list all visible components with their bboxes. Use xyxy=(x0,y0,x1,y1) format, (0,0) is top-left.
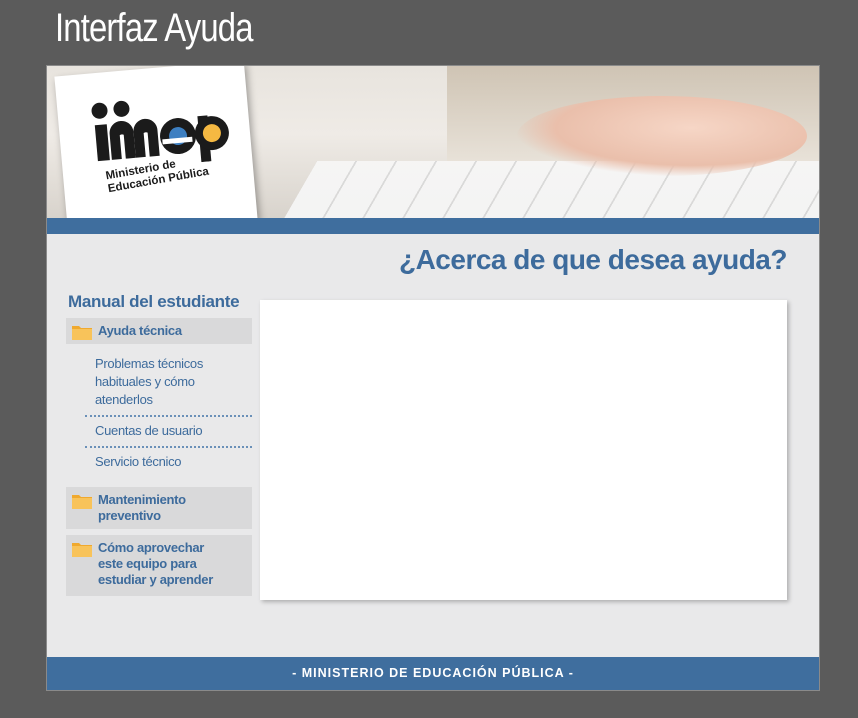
category-ayuda-tecnica[interactable]: Ayuda técnica xyxy=(66,318,252,344)
header-banner: Ministerio de Educación Pública xyxy=(47,66,819,218)
sub-item-cuentas[interactable]: Cuentas de usuario xyxy=(85,415,252,446)
folder-icon xyxy=(72,495,92,509)
category-como-aprovechar[interactable]: Cómo aprovechar este equipo para estudia… xyxy=(66,535,252,596)
subcategory-list: Problemas técnicos habituales y cómo ate… xyxy=(85,350,252,477)
folder-icon xyxy=(72,543,92,557)
mep-logo: Ministerio de Educación Pública xyxy=(54,66,258,218)
page-title: Interfaz Ayuda xyxy=(55,6,253,50)
sub-item-problemas[interactable]: Problemas técnicos habituales y cómo ate… xyxy=(85,350,252,415)
category-mantenimiento[interactable]: Mantenimiento preventivo xyxy=(66,487,252,529)
mep-logo-icon xyxy=(91,100,229,163)
help-question-heading: ¿Acerca de que desea ayuda? xyxy=(398,244,788,275)
header-strip xyxy=(47,218,819,234)
sidebar-title: Manual del estudiante xyxy=(68,292,240,311)
footer-bar: - MINISTERIO DE EDUCACIÓN PÚBLICA - xyxy=(47,657,819,690)
hand-image xyxy=(517,96,807,176)
category-label: Cómo aprovechar este equipo para estudia… xyxy=(98,540,213,587)
category-label: Mantenimiento preventivo xyxy=(98,492,186,523)
folder-icon xyxy=(72,326,92,340)
sidebar: Manual del estudiante Ayuda técnica Prob… xyxy=(66,292,252,602)
content-panel xyxy=(260,300,787,600)
app-window: Ministerio de Educación Pública ¿Acerca … xyxy=(46,65,820,691)
sub-item-servicio[interactable]: Servicio técnico xyxy=(85,446,252,477)
category-label: Ayuda técnica xyxy=(98,323,182,338)
